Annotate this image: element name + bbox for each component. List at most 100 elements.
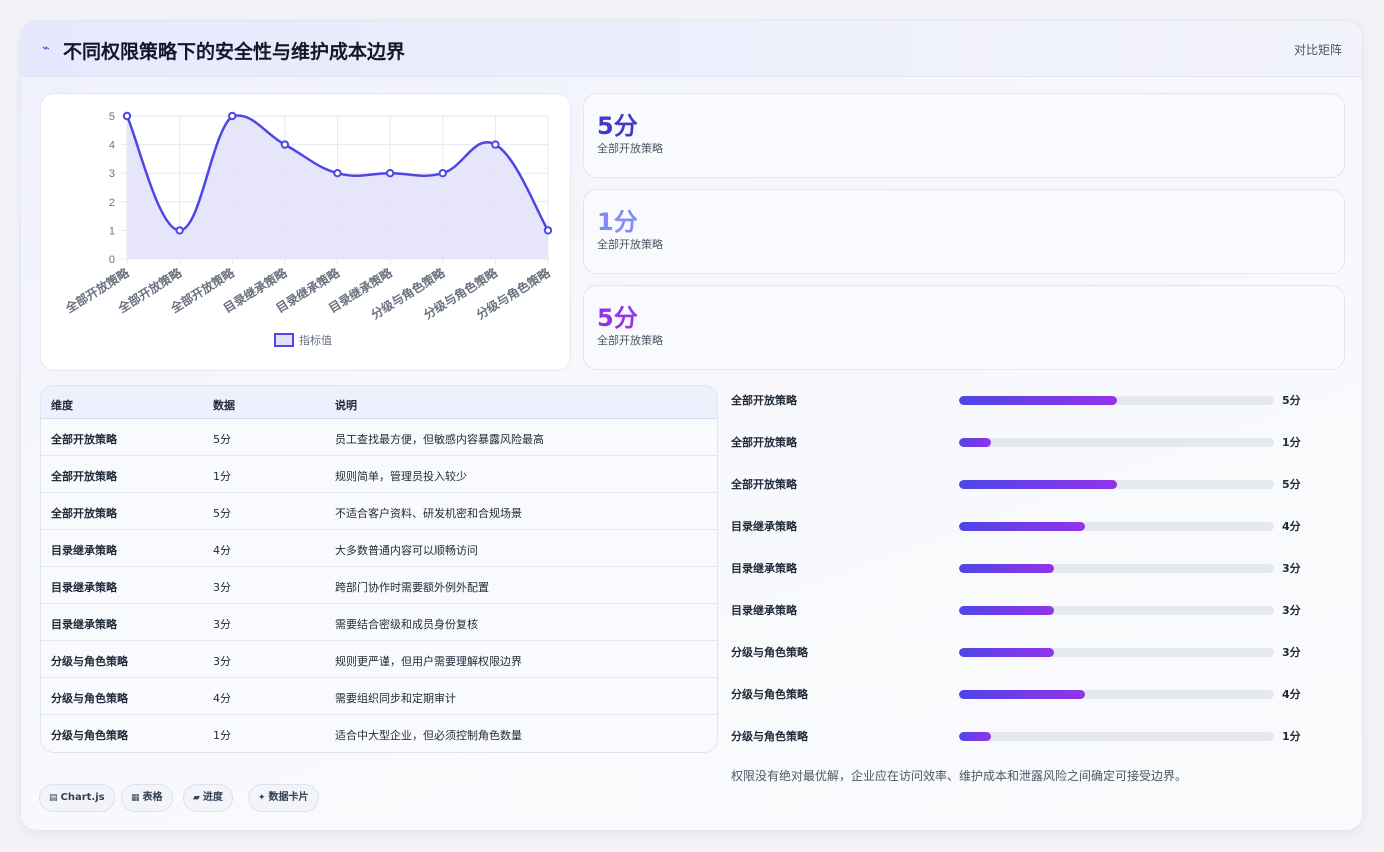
table-row: 分级与角色策略 3分 规则更严谨，但用户需要理解权限边界: [41, 641, 717, 678]
y-tick-label: 1: [109, 225, 115, 237]
data-table: 维度 数据 说明 全部开放策略 5分 员工查找最方便，但敏感内容暴露风险最高 全部开放…: [40, 385, 718, 753]
table-cell: 员工查找最方便，但敏感内容暴露风险最高: [335, 433, 544, 446]
progress-value: 5分: [1282, 478, 1301, 491]
progress-row: 分级与角色策略 1分: [731, 725, 1331, 745]
table-row: 全部开放策略 1分 规则简单，管理员投入较少: [41, 456, 717, 493]
progress-label: 分级与角色策略: [731, 688, 808, 701]
progress-fill: [959, 522, 1085, 531]
progress-fill: [959, 480, 1117, 489]
stat-value: 5分: [597, 112, 638, 140]
data-point: [543, 226, 553, 235]
y-tick-label: 5: [109, 111, 115, 123]
table-cell: 适合中大型企业，但必须控制角色数量: [335, 729, 522, 742]
table-row: 目录继承策略 3分 跨部门协作时需要额外例外配置: [41, 567, 717, 604]
progress-value: 5分: [1282, 394, 1301, 407]
stat-card: 5分 全部开放策略: [583, 93, 1345, 178]
progress-value: 4分: [1282, 688, 1301, 701]
table-cell: 全部开放策略: [51, 470, 117, 483]
table-cell: 全部开放策略: [51, 433, 117, 446]
line-chart: 0 1 2 3 4 5 全部开放策略 全部开放策略 全部开放策略 目录继承策略 目录继承策略 目录继承…: [40, 93, 571, 371]
summary-note: 权限没有绝对最优解，企业应在访问效率、维护成本和泄露风险之间确定可接受边界。: [731, 769, 1188, 783]
table-cell: 1分: [213, 729, 231, 742]
data-point: [228, 111, 237, 121]
progress-fill: [959, 438, 991, 447]
chip[interactable]: ▦ 表格: [121, 784, 173, 812]
progress-label: 全部开放策略: [731, 394, 797, 407]
chip-icon: ▤: [49, 793, 58, 803]
table-row: 全部开放策略 5分 员工查找最方便，但敏感内容暴露风险最高: [41, 419, 717, 456]
progress-value: 4分: [1282, 520, 1301, 533]
progress-track: [959, 480, 1274, 489]
table-cell: 5分: [213, 433, 231, 446]
progress-track: [959, 690, 1274, 699]
chip-label: 数据卡片: [268, 792, 309, 803]
progress-label: 分级与角色策略: [731, 646, 808, 659]
table-cell: 1分: [213, 470, 231, 483]
progress-value: 1分: [1282, 436, 1301, 449]
table-row: 分级与角色策略 4分 需要组织同步和定期审计: [41, 678, 717, 715]
chip-label: Chart.js: [60, 792, 105, 803]
progress-row: 全部开放策略 5分: [731, 473, 1331, 493]
chip[interactable]: ▤ Chart.js: [39, 784, 115, 812]
table-cell: 4分: [213, 544, 231, 557]
column-header: 说明: [335, 399, 357, 412]
chip[interactable]: ✦ 数据卡片: [248, 784, 319, 812]
chip-icon: ✦: [258, 793, 266, 803]
stat-label: 全部开放策略: [597, 142, 663, 155]
data-point: [280, 140, 290, 149]
table-cell: 规则更严谨，但用户需要理解权限边界: [335, 655, 522, 668]
progress-row: 分级与角色策略 3分: [731, 641, 1331, 661]
header-tag: 对比矩阵: [1293, 43, 1342, 57]
progress-track: [959, 606, 1274, 615]
table-cell: 目录继承策略: [51, 544, 117, 557]
column-header: 维度: [51, 399, 73, 412]
progress-label: 目录继承策略: [731, 604, 797, 617]
progress-label: 目录继承策略: [731, 562, 797, 575]
stat-value: 1分: [597, 208, 638, 236]
progress-label: 全部开放策略: [731, 478, 797, 491]
progress-fill: [959, 648, 1054, 657]
data-point: [175, 226, 184, 235]
page-title: 不同权限策略下的安全性与维护成本边界: [63, 41, 406, 63]
table-row: 分级与角色策略 1分 适合中大型企业，但必须控制角色数量: [41, 715, 717, 752]
header: ⌁ 不同权限策略下的安全性与维护成本边界 对比矩阵: [21, 21, 1362, 77]
table-cell: 5分: [213, 507, 231, 520]
chip[interactable]: ▰ 进度: [183, 784, 233, 812]
column-header: 数据: [213, 399, 235, 412]
stat-label: 全部开放策略: [597, 334, 663, 347]
table-cell: 目录继承策略: [51, 581, 117, 594]
stat-card: 5分 全部开放策略: [583, 285, 1345, 370]
progress-value: 3分: [1282, 604, 1301, 617]
legend-swatch: [274, 333, 294, 347]
table-row: 目录继承策略 3分 需要结合密级和成员身份复核: [41, 604, 717, 641]
progress-track: [959, 438, 1274, 447]
table-cell: 3分: [213, 655, 231, 668]
y-tick-label: 0: [109, 254, 115, 266]
progress-label: 全部开放策略: [731, 436, 797, 449]
table-cell: 分级与角色策略: [51, 655, 128, 668]
table-cell: 3分: [213, 581, 231, 594]
progress-fill: [959, 396, 1117, 405]
trend-icon: ⌁: [42, 41, 50, 56]
data-point: [385, 169, 395, 178]
table-cell: 全部开放策略: [51, 507, 117, 520]
progress-fill: [959, 732, 991, 741]
progress-row: 目录继承策略 4分: [731, 515, 1331, 535]
table-cell: 需要组织同步和定期审计: [335, 692, 456, 705]
legend-label: 指标值: [299, 333, 332, 347]
table-cell: 分级与角色策略: [51, 729, 128, 742]
table-row: 目录继承策略 4分 大多数普通内容可以顺畅访问: [41, 530, 717, 567]
progress-value: 1分: [1282, 730, 1301, 743]
progress-row: 全部开放策略 1分: [731, 431, 1331, 451]
progress-value: 3分: [1282, 646, 1301, 659]
y-tick-label: 3: [109, 168, 115, 180]
progress-fill: [959, 690, 1085, 699]
stat-card: 1分 全部开放策略: [583, 189, 1345, 274]
table-row: 全部开放策略 5分 不适合客户资料、研发机密和合规场景: [41, 493, 717, 530]
progress-fill: [959, 564, 1054, 573]
table-cell: 规则简单，管理员投入较少: [335, 470, 467, 483]
table-cell: 目录继承策略: [51, 618, 117, 631]
table-cell: 不适合客户资料、研发机密和合规场景: [335, 507, 522, 520]
table-cell: 需要结合密级和成员身份复核: [335, 618, 478, 631]
progress-label: 目录继承策略: [731, 520, 797, 533]
